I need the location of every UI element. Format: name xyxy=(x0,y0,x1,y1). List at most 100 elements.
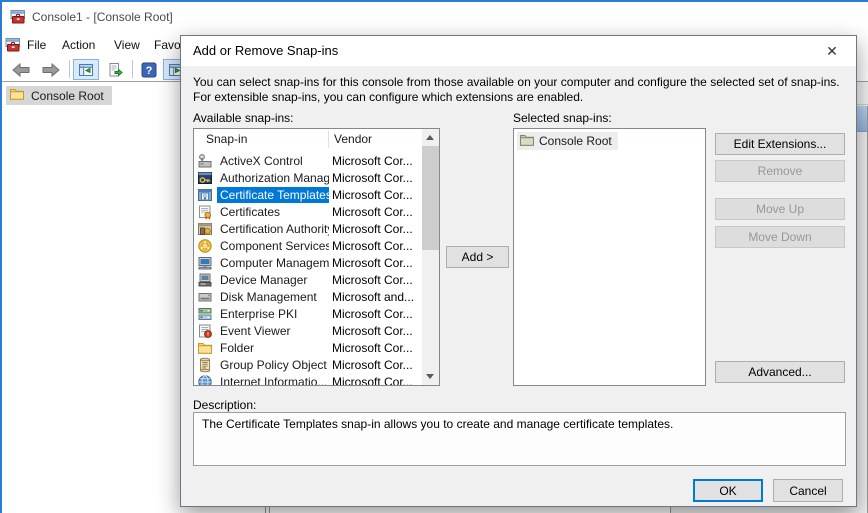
snapin-name: Event Viewer xyxy=(217,323,293,339)
snapin-rows: ActiveX Control Microsoft Cor... Authori… xyxy=(194,152,422,385)
mmc-console-icon[interactable] xyxy=(5,37,21,53)
snapin-vendor: Microsoft Cor... xyxy=(332,375,413,386)
column-header-vendor[interactable]: Vendor xyxy=(334,132,372,146)
window-titlebar: Console1 - [Console Root] xyxy=(2,2,868,33)
forward-arrow-icon[interactable] xyxy=(37,59,64,80)
snapin-name: Device Manager xyxy=(217,272,310,288)
snapin-vendor: Microsoft Cor... xyxy=(332,188,413,202)
side-button-remove: Remove xyxy=(715,160,845,182)
export-list-icon[interactable] xyxy=(102,59,128,80)
snapin-row-certificate-templates[interactable]: Certificate Templates Microsoft Cor... xyxy=(194,186,422,203)
tree-item-label: Console Root xyxy=(31,89,104,103)
snapin-vendor: Microsoft Cor... xyxy=(332,222,413,236)
snapin-row-activex-control[interactable]: ActiveX Control Microsoft Cor... xyxy=(194,152,422,169)
certificates-icon xyxy=(197,204,213,220)
snapin-name: Component Services xyxy=(217,238,329,254)
disk-management-icon xyxy=(197,289,213,305)
back-arrow-icon[interactable] xyxy=(7,59,34,80)
scrollbar[interactable] xyxy=(422,129,439,385)
scroll-down-arrow[interactable] xyxy=(422,368,439,385)
side-button-move-up: Move Up xyxy=(715,198,845,220)
side-button-move-down: Move Down xyxy=(715,226,845,248)
column-header-snapin[interactable]: Snap-in xyxy=(206,132,247,146)
scroll-up-arrow[interactable] xyxy=(422,129,439,146)
snapin-name: Group Policy Object ... xyxy=(217,357,329,373)
snapin-row-internet-informatio[interactable]: Internet Informatio... Microsoft Cor... xyxy=(194,373,422,385)
snapin-row-certificates[interactable]: Certificates Microsoft Cor... xyxy=(194,203,422,220)
snapin-vendor: Microsoft Cor... xyxy=(332,205,413,219)
dialog-intro-text: You can select snap-ins for this console… xyxy=(193,75,845,105)
snapin-vendor: Microsoft Cor... xyxy=(332,154,413,168)
snapin-name: Certificate Templates xyxy=(217,187,329,203)
available-snapins-label: Available snap-ins: xyxy=(193,111,294,125)
snapin-vendor: Microsoft Cor... xyxy=(332,341,413,355)
enterprise-pki-icon xyxy=(197,306,213,322)
snapin-name: Folder xyxy=(217,340,257,356)
snapin-name: Computer Managem... xyxy=(217,255,329,271)
mmc-console-window: Console1 - [Console Root] File Action Vi… xyxy=(0,0,868,513)
menu-view[interactable]: View xyxy=(110,33,144,58)
close-icon[interactable]: ✕ xyxy=(816,39,848,63)
snapin-row-group-policy-object[interactable]: Group Policy Object ... Microsoft Cor... xyxy=(194,356,422,373)
selected-snapins-list[interactable]: Console Root xyxy=(513,128,706,386)
snapin-name: Certification Authority xyxy=(217,221,329,237)
snapin-row-component-services[interactable]: Component Services Microsoft Cor... xyxy=(194,237,422,254)
snapin-row-device-manager[interactable]: Device Manager Microsoft Cor... xyxy=(194,271,422,288)
column-divider xyxy=(328,131,329,148)
snapin-vendor: Microsoft Cor... xyxy=(332,358,413,372)
folder-yellow-icon xyxy=(197,340,213,356)
snapin-vendor: Microsoft and... xyxy=(332,290,414,304)
group-policy-icon xyxy=(197,357,213,373)
window-title: Console1 - [Console Root] xyxy=(32,2,173,33)
computer-management-icon xyxy=(197,255,213,271)
snapin-row-event-viewer[interactable]: Event Viewer Microsoft Cor... xyxy=(194,322,422,339)
show-console-tree-icon[interactable] xyxy=(73,59,99,80)
selected-snapins-label: Selected snap-ins: xyxy=(513,111,612,125)
event-viewer-icon xyxy=(197,323,213,339)
snapin-name: Certificates xyxy=(217,204,283,220)
folder-icon xyxy=(9,86,31,105)
snapin-name: Authorization Manager xyxy=(217,170,329,186)
toolbar-separator xyxy=(132,60,133,78)
snapin-name: Internet Informatio... xyxy=(217,374,329,386)
snapin-vendor: Microsoft Cor... xyxy=(332,324,413,338)
selected-item-label: Console Root xyxy=(539,134,612,148)
snapin-row-authorization-manager[interactable]: Authorization Manager Microsoft Cor... xyxy=(194,169,422,186)
side-button-advanced[interactable]: Advanced... xyxy=(715,361,845,383)
snapin-vendor: Microsoft Cor... xyxy=(332,307,413,321)
device-manager-icon xyxy=(197,272,213,288)
add-button[interactable]: Add > xyxy=(446,246,509,268)
snapin-row-disk-management[interactable]: Disk Management Microsoft and... xyxy=(194,288,422,305)
description-box: The Certificate Templates snap-in allows… xyxy=(193,412,846,466)
certification-authority-icon xyxy=(197,221,213,237)
snapin-vendor: Microsoft Cor... xyxy=(332,256,413,270)
snapin-row-folder[interactable]: Folder Microsoft Cor... xyxy=(194,339,422,356)
snapin-name: Enterprise PKI xyxy=(217,306,300,322)
snapin-vendor: Microsoft Cor... xyxy=(332,273,413,287)
snapin-name: ActiveX Control xyxy=(217,153,306,169)
authorization-manager-icon xyxy=(197,170,213,186)
description-label: Description: xyxy=(193,398,256,412)
tree-item-console-root[interactable]: Console Root xyxy=(6,86,112,105)
folder-icon xyxy=(517,132,539,151)
snapin-row-enterprise-pki[interactable]: Enterprise PKI Microsoft Cor... xyxy=(194,305,422,322)
svg-text:?: ? xyxy=(145,65,152,77)
side-button-edit-extensions[interactable]: Edit Extensions... xyxy=(715,133,845,155)
ok-button[interactable]: OK xyxy=(693,479,763,502)
cancel-button[interactable]: Cancel xyxy=(773,479,843,502)
selected-item-console-root[interactable]: Console Root xyxy=(517,132,618,150)
snapin-row-certification-authority[interactable]: Certification Authority Microsoft Cor... xyxy=(194,220,422,237)
dialog-title: Add or Remove Snap-ins xyxy=(193,36,338,66)
internet-information-icon xyxy=(197,374,213,386)
dialog-titlebar: Add or Remove Snap-ins ✕ xyxy=(181,36,856,66)
scrollbar-thumb[interactable] xyxy=(422,146,439,250)
help-icon[interactable]: ? xyxy=(136,59,161,80)
snapin-row-computer-managem[interactable]: Computer Managem... Microsoft Cor... xyxy=(194,254,422,271)
activex-icon xyxy=(197,153,213,169)
available-snapins-list[interactable]: Snap-in Vendor ActiveX Control Microsoft… xyxy=(193,128,440,386)
menu-file[interactable]: File xyxy=(23,33,50,58)
menu-action[interactable]: Action xyxy=(58,33,99,58)
certificate-templates-icon xyxy=(197,187,213,203)
component-services-icon xyxy=(197,238,213,254)
toolbar-separator xyxy=(69,60,70,78)
